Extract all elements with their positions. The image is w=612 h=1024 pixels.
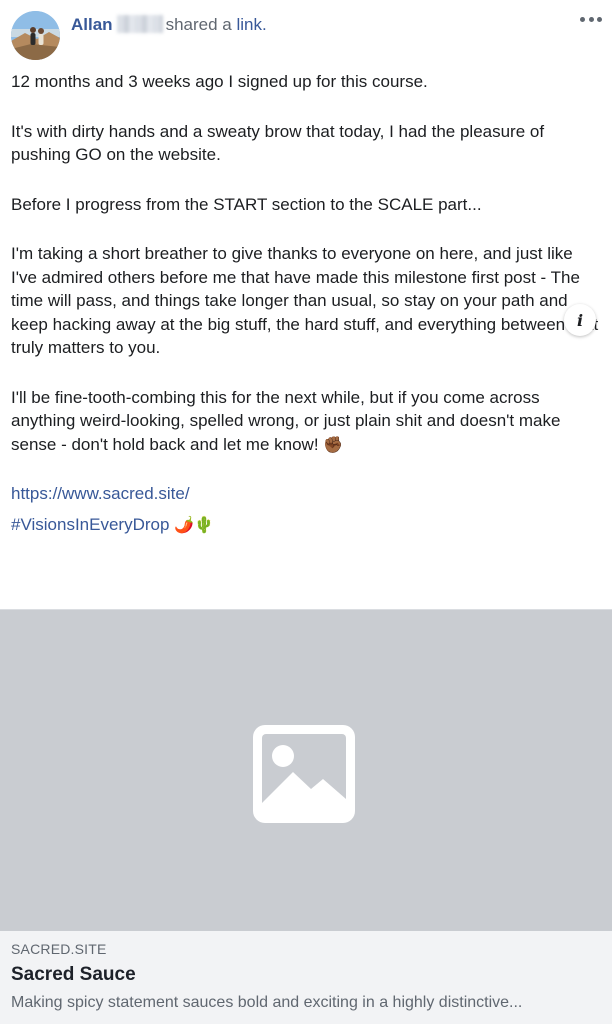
action-link[interactable]: link. <box>236 15 266 34</box>
post-paragraph: Before I progress from the START section… <box>11 194 482 214</box>
post-paragraph: I'm taking a short breather to give than… <box>11 244 599 357</box>
more-options-icon[interactable] <box>580 8 602 30</box>
link-domain: SACRED.SITE <box>11 941 107 957</box>
link-preview-image[interactable] <box>0 609 612 932</box>
author-line: Allan shared a link. <box>71 14 267 36</box>
link-title: Sacred Sauce <box>11 964 136 985</box>
redacted-surname <box>116 15 163 33</box>
author-name[interactable]: Allan <box>71 15 113 34</box>
post-paragraph: I'll be fine-tooth-combing this for the … <box>11 386 601 457</box>
more-dot <box>580 16 585 22</box>
info-icon[interactable]: i <box>564 304 596 336</box>
url-line: https://www.sacred.site/ <box>11 482 601 506</box>
action-text: shared a <box>165 15 232 34</box>
link-preview-caption[interactable]: SACRED.SITE Sacred Sauce Making spicy st… <box>0 931 612 1024</box>
link-description: Making spicy statement sauces bold and e… <box>11 994 523 1011</box>
post-paragraph: It's with dirty hands and a sweaty brow … <box>11 121 545 165</box>
post-text: 12 months and 3 weeks ago I signed up fo… <box>11 70 601 543</box>
image-placeholder-icon <box>253 725 355 828</box>
fist-emoji: ✊🏾 <box>323 434 344 454</box>
post-header: Allan shared a link. <box>0 0 612 60</box>
more-dot <box>597 16 602 22</box>
avatar[interactable] <box>11 11 60 60</box>
website-link[interactable]: https://www.sacred.site/ <box>11 484 190 503</box>
post-paragraph-text: I'll be fine-tooth-combing this for the … <box>11 387 561 454</box>
hashtag-line: #VisionsInEveryDrop 🌶️🌵 <box>11 513 601 537</box>
more-dot <box>588 16 594 22</box>
hashtag-emoji: 🌶️🌵 <box>174 514 215 534</box>
hashtag-link[interactable]: #VisionsInEveryDrop <box>11 515 169 534</box>
post-paragraph: 12 months and 3 weeks ago I signed up fo… <box>11 72 428 91</box>
